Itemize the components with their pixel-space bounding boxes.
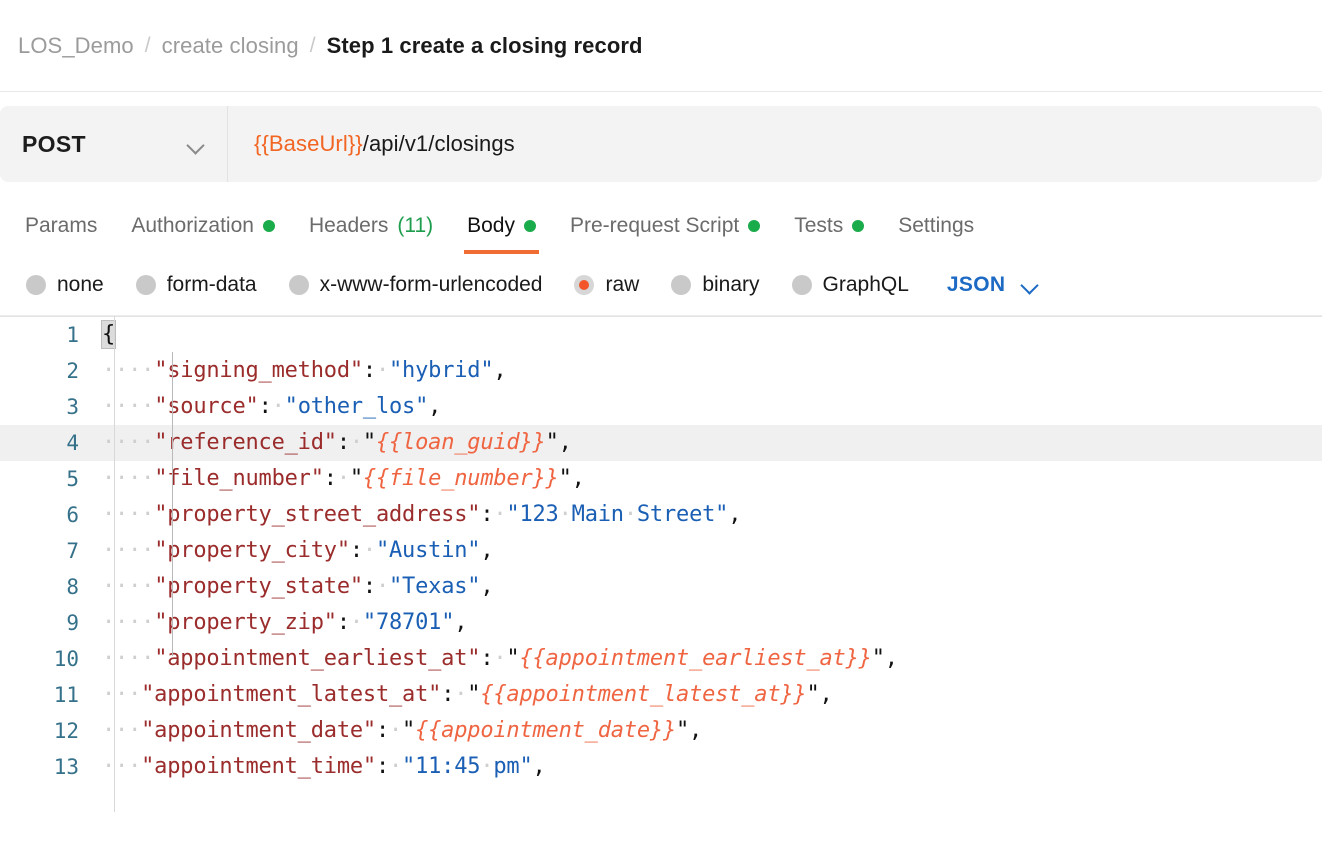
line-number: 7: [66, 539, 79, 563]
body-type-raw[interactable]: raw: [558, 273, 655, 297]
code-line-text: ····"appointment_earliest_at":·"{{appoin…: [102, 646, 898, 671]
raw-format-selector[interactable]: JSON: [925, 273, 1039, 297]
body-type-none-label: none: [57, 272, 104, 296]
code-line[interactable]: 13 ···"appointment_time":·"11:45·pm",: [0, 749, 1322, 785]
request-body-editor[interactable]: 1{2 ····"signing_method":·"hybrid", 3 ····"…: [0, 316, 1322, 812]
code-line[interactable]: 3 ····"source":·"other_los",: [0, 389, 1322, 425]
line-number: 3: [66, 395, 79, 419]
tab-body[interactable]: Body: [450, 214, 553, 254]
code-line[interactable]: 9 ····"property_zip":·"78701",: [0, 605, 1322, 641]
raw-format-label: JSON: [946, 272, 1006, 296]
headers-count-badge: (11): [397, 214, 434, 237]
status-dot-icon: [262, 220, 275, 232]
line-number: 5: [66, 467, 79, 491]
code-line[interactable]: 8 ····"property_state":·"Texas",: [0, 569, 1322, 605]
code-line-text: ····"property_state":·"Texas",: [102, 574, 494, 599]
code-line-text: ····"file_number":·"{{file_number}}",: [102, 466, 585, 491]
code-line-text: ····"property_street_address":·"123·Main…: [102, 502, 742, 527]
line-number: 6: [66, 503, 79, 527]
line-number: 8: [66, 575, 79, 599]
code-line[interactable]: 1{: [0, 317, 1322, 353]
code-line[interactable]: 4 ····"reference_id":·"{{loan_guid}}",: [0, 425, 1322, 461]
request-tabs: Params Authorization Headers (11) Body P…: [0, 182, 1322, 254]
code-line[interactable]: 7 ····"property_city":·"Austin",: [0, 533, 1322, 569]
code-line[interactable]: 10 ····"appointment_earliest_at":·"{{appo…: [0, 641, 1322, 677]
breadcrumb-item-folder[interactable]: create closing: [162, 33, 299, 59]
code-line-text: ····"reference_id":·"{{loan_guid}}",: [102, 430, 572, 455]
gutter-divider: [114, 316, 115, 812]
tab-params-label: Params: [25, 214, 98, 237]
indent-guide: [172, 352, 173, 656]
breadcrumb-separator: /: [309, 33, 316, 57]
breadcrumb-item-request[interactable]: Step 1 create a closing record: [327, 33, 643, 59]
tab-settings-label: Settings: [898, 214, 975, 237]
http-method-label: POST: [22, 130, 86, 157]
body-type-graphql[interactable]: GraphQL: [776, 273, 925, 297]
code-line[interactable]: 2 ····"signing_method":·"hybrid",: [0, 353, 1322, 389]
line-number: 10: [53, 647, 79, 671]
radio-icon[interactable]: [671, 274, 692, 295]
code-line-text: ····"signing_method":·"hybrid",: [102, 358, 507, 383]
body-type-raw-label: raw: [605, 272, 640, 296]
tab-params[interactable]: Params: [8, 214, 114, 254]
code-line-text: ···"appointment_latest_at":·"{{appointme…: [102, 682, 833, 707]
radio-icon[interactable]: [288, 274, 309, 295]
tab-tests-label: Tests: [794, 214, 844, 237]
chevron-down-icon: [1021, 279, 1039, 290]
radio-icon[interactable]: [26, 274, 46, 295]
request-url-input[interactable]: {{BaseUrl}}/api/v1/closings: [228, 106, 515, 182]
body-type-binary-label: binary: [702, 272, 760, 296]
tab-pre-request-script-label: Pre-request Script: [570, 214, 740, 237]
body-type-form-data-label: form-data: [166, 272, 257, 296]
request-url-bar: POST {{BaseUrl}}/api/v1/closings: [0, 106, 1322, 182]
url-path-text: /api/v1/closings: [362, 131, 515, 156]
chevron-down-icon: [187, 139, 205, 150]
breadcrumb-item-collection[interactable]: LOS_Demo: [18, 33, 134, 59]
radio-icon-selected[interactable]: [574, 274, 595, 295]
code-line[interactable]: 5 ····"file_number":·"{{file_number}}",: [0, 461, 1322, 497]
code-line-list: 1{2 ····"signing_method":·"hybrid", 3 ····"…: [0, 317, 1322, 785]
line-number: 13: [53, 755, 79, 779]
breadcrumb: LOS_Demo / create closing / Step 1 creat…: [0, 0, 1322, 92]
radio-icon[interactable]: [135, 274, 156, 295]
status-dot-icon: [748, 220, 761, 232]
url-variable-token: {{BaseUrl}}: [254, 131, 363, 156]
body-type-x-www-form-urlencoded[interactable]: x-www-form-urlencoded: [273, 273, 559, 297]
line-number: 4: [66, 431, 79, 455]
body-type-selector: none form-data x-www-form-urlencoded raw…: [0, 254, 1322, 316]
body-type-none[interactable]: none: [10, 273, 120, 297]
breadcrumb-separator: /: [144, 33, 151, 57]
body-type-graphql-label: GraphQL: [822, 272, 909, 296]
code-line-text: ···"appointment_date":·"{{appointment_da…: [102, 718, 703, 743]
code-line[interactable]: 6 ····"property_street_address":·"123·Mai…: [0, 497, 1322, 533]
code-line-text: ····"source":·"other_los",: [102, 394, 442, 419]
http-method-selector[interactable]: POST: [0, 106, 228, 182]
line-number: 11: [53, 683, 79, 707]
code-line-text: {: [100, 320, 117, 349]
body-type-x-www-form-urlencoded-label: x-www-form-urlencoded: [319, 272, 543, 296]
tab-settings[interactable]: Settings: [881, 214, 991, 254]
code-line-text: ····"property_city":·"Austin",: [102, 538, 494, 563]
code-line[interactable]: 11 ···"appointment_latest_at":·"{{appoint…: [0, 677, 1322, 713]
tab-tests[interactable]: Tests: [777, 214, 881, 254]
tab-body-label: Body: [467, 214, 515, 237]
tab-authorization[interactable]: Authorization: [114, 214, 292, 254]
line-number: 9: [66, 611, 79, 635]
line-number: 12: [53, 719, 79, 743]
tab-headers[interactable]: Headers (11): [292, 214, 450, 254]
code-line-text: ···"appointment_time":·"11:45·pm",: [102, 754, 546, 779]
tab-authorization-label: Authorization: [131, 214, 254, 237]
request-url-row: POST {{BaseUrl}}/api/v1/closings: [0, 92, 1322, 182]
status-dot-icon: [524, 220, 536, 232]
body-type-binary[interactable]: binary: [655, 273, 775, 297]
line-number: 2: [66, 359, 79, 383]
tab-headers-label: Headers: [308, 214, 389, 237]
line-number: 1: [66, 323, 79, 347]
body-type-form-data[interactable]: form-data: [120, 273, 273, 297]
status-dot-icon: [852, 220, 865, 232]
code-line[interactable]: 12 ···"appointment_date":·"{{appointment_…: [0, 713, 1322, 749]
radio-icon[interactable]: [791, 274, 812, 295]
tab-pre-request-script[interactable]: Pre-request Script: [553, 214, 777, 254]
code-line-text: ····"property_zip":·"78701",: [102, 610, 468, 635]
